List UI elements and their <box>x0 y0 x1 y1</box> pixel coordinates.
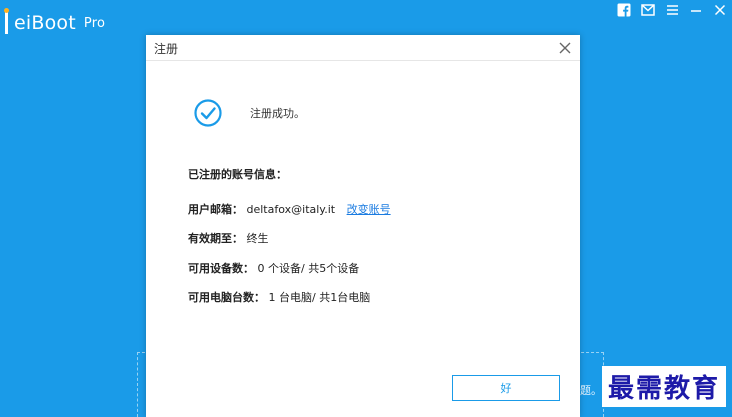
mail-icon[interactable] <box>640 2 656 18</box>
ok-button[interactable]: 好 <box>452 375 560 401</box>
computers-value: 1 台电脑/ 共1台电脑 <box>268 291 371 304</box>
success-message: 注册成功。 <box>250 107 305 120</box>
valid-row: 有效期至： 终生 <box>188 230 269 246</box>
email-label: 用户邮箱： <box>188 203 243 216</box>
devices-row: 可用设备数： 0 个设备/ 共5个设备 <box>188 260 359 276</box>
minimize-icon[interactable] <box>688 2 704 18</box>
register-dialog: 注册 注册成功。 已注册的账号信息： 用户邮箱： deltafox@italy.… <box>146 35 580 417</box>
success-check-icon <box>194 99 222 127</box>
dialog-close-icon[interactable] <box>558 40 572 54</box>
valid-value: 终生 <box>246 232 269 245</box>
valid-label: 有效期至： <box>188 232 243 245</box>
app-logo: eiBoot Pro <box>4 8 105 34</box>
facebook-icon[interactable] <box>616 2 632 18</box>
close-icon[interactable] <box>712 2 728 18</box>
email-row: 用户邮箱： deltafox@italy.it 改变账号 <box>188 201 391 217</box>
logo-mark <box>4 8 14 34</box>
devices-value: 0 个设备/ 共5个设备 <box>257 262 360 275</box>
dialog-header: 注册 <box>146 35 580 61</box>
account-info-title: 已注册的账号信息： <box>188 168 287 181</box>
menu-icon[interactable] <box>664 2 680 18</box>
logo-pro: Pro <box>83 16 106 31</box>
watermark: 最需教育 <box>601 366 726 407</box>
change-account-link[interactable]: 改变账号 <box>347 203 391 216</box>
background-hint-text: 题。 <box>580 384 602 397</box>
devices-label: 可用设备数： <box>188 262 254 275</box>
computers-row: 可用电脑台数： 1 台电脑/ 共1台电脑 <box>188 289 370 305</box>
computers-label: 可用电脑台数： <box>188 291 265 304</box>
logo-text: eiBoot <box>14 12 76 34</box>
email-value: deltafox@italy.it <box>246 203 336 216</box>
window-controls <box>616 2 728 18</box>
dialog-title: 注册 <box>154 42 179 56</box>
